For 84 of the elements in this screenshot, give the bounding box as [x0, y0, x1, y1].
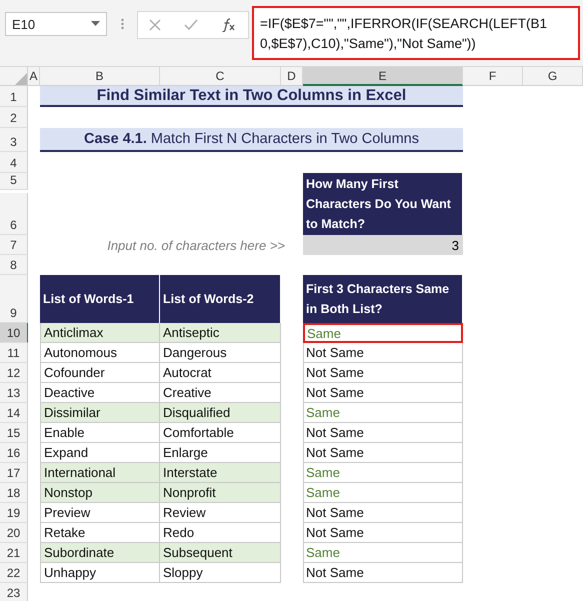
row-header[interactable]: 23: [0, 583, 28, 601]
row-header[interactable]: 1: [0, 86, 28, 107]
column-header[interactable]: D: [281, 67, 303, 86]
sheet-title: Find Similar Text in Two Columns in Excel: [40, 86, 463, 107]
table-cell: Autonomous: [40, 343, 160, 363]
result-cell[interactable]: Same: [303, 543, 463, 563]
table-cell: Sloppy: [160, 563, 281, 583]
row-header[interactable]: 13: [0, 383, 28, 403]
row-header[interactable]: 22: [0, 563, 28, 583]
table-cell: Anticlimax: [40, 323, 160, 343]
result-cell[interactable]: Same: [303, 403, 463, 423]
function-icon[interactable]: [220, 18, 237, 32]
result-cell[interactable]: Not Same: [303, 383, 463, 403]
row-header[interactable]: 6: [0, 193, 28, 235]
table-cell: Preview: [40, 503, 160, 523]
table-cell: Interstate: [160, 463, 281, 483]
table-cell: Nonprofit: [160, 483, 281, 503]
table-cell: Cofounder: [40, 363, 160, 383]
table-cell: Enable: [40, 423, 160, 443]
column-header[interactable]: C: [160, 67, 281, 86]
result-cell[interactable]: Not Same: [303, 423, 463, 443]
result-cell[interactable]: Same: [303, 323, 463, 343]
result-cell[interactable]: Not Same: [303, 523, 463, 543]
result-cell[interactable]: Not Same: [303, 343, 463, 363]
handle-icon[interactable]: [120, 18, 124, 30]
row-header[interactable]: 3: [0, 128, 28, 152]
result-cell[interactable]: Not Same: [303, 443, 463, 463]
table-cell: Antiseptic: [160, 323, 281, 343]
row-header[interactable]: 8: [0, 255, 28, 275]
result-cell[interactable]: Same: [303, 483, 463, 503]
row-header[interactable]: 2: [0, 107, 28, 128]
input-label: Input no. of characters here >>: [106, 236, 286, 255]
row-header[interactable]: 16: [0, 443, 28, 463]
column-header[interactable]: E: [303, 67, 463, 86]
table-cell: Disqualified: [160, 403, 281, 423]
result-cell[interactable]: Not Same: [303, 563, 463, 583]
dropdown-icon: [91, 21, 100, 27]
table-cell: Review: [160, 503, 281, 523]
column-heading-cell: First 3 Characters Same in Both List?: [303, 275, 463, 323]
row-header[interactable]: 19: [0, 503, 28, 523]
row-header[interactable]: 10: [0, 323, 28, 343]
table-cell: Nonstop: [40, 483, 160, 503]
table-cell: Subordinate: [40, 543, 160, 563]
name-box[interactable]: E10: [5, 12, 107, 36]
row-header[interactable]: 14: [0, 403, 28, 423]
table-cell: Enlarge: [160, 443, 281, 463]
table-cell: International: [40, 463, 160, 483]
case-heading: Case 4.1. Match First N Characters in Two Columns: [40, 128, 463, 152]
column-header[interactable]: A: [28, 67, 40, 86]
cancel-icon[interactable]: [149, 19, 162, 31]
table-cell: Comfortable: [160, 423, 281, 443]
row-header[interactable]: 21: [0, 543, 28, 563]
table-cell: Creative: [160, 383, 281, 403]
row-header[interactable]: 15: [0, 423, 28, 443]
table-cell: Expand: [40, 443, 160, 463]
row-header[interactable]: 5: [0, 173, 28, 190]
check-icon[interactable]: [184, 19, 198, 31]
column-heading-cell: List of Words-2: [160, 275, 281, 323]
column-header[interactable]: B: [40, 67, 160, 86]
result-cell[interactable]: Not Same: [303, 503, 463, 523]
input-heading-cell: How Many First Characters Do You Want to Match?: [303, 173, 463, 235]
row-header[interactable]: 7: [0, 235, 28, 255]
column-header[interactable]: G: [523, 67, 583, 86]
column-header[interactable]: F: [463, 67, 523, 86]
row-header[interactable]: 18: [0, 483, 28, 503]
input-cell[interactable]: 3: [303, 235, 463, 255]
table-cell: Subsequent: [160, 543, 281, 563]
row-header[interactable]: 11: [0, 343, 28, 363]
row-header[interactable]: 4: [0, 152, 28, 173]
table-cell: Retake: [40, 523, 160, 543]
table-cell: Unhappy: [40, 563, 160, 583]
result-cell[interactable]: Same: [303, 463, 463, 483]
table-cell: Dissimilar: [40, 403, 160, 423]
column-heading-cell: List of Words-1: [40, 275, 160, 323]
table-cell: Dangerous: [160, 343, 281, 363]
result-cell[interactable]: Not Same: [303, 363, 463, 383]
formula-field[interactable]: =IF($E$7="","",IFERROR(IF(SEARCH(LEFT(B10,$E$7),C10),"Same"),"Not Same")): [252, 6, 580, 60]
table-cell: Deactive: [40, 383, 160, 403]
row-header[interactable]: 12: [0, 363, 28, 383]
row-header[interactable]: 20: [0, 523, 28, 543]
table-cell: Autocrat: [160, 363, 281, 383]
table-cell: Redo: [160, 523, 281, 543]
row-header[interactable]: 17: [0, 463, 28, 483]
row-header[interactable]: 9: [0, 275, 28, 323]
